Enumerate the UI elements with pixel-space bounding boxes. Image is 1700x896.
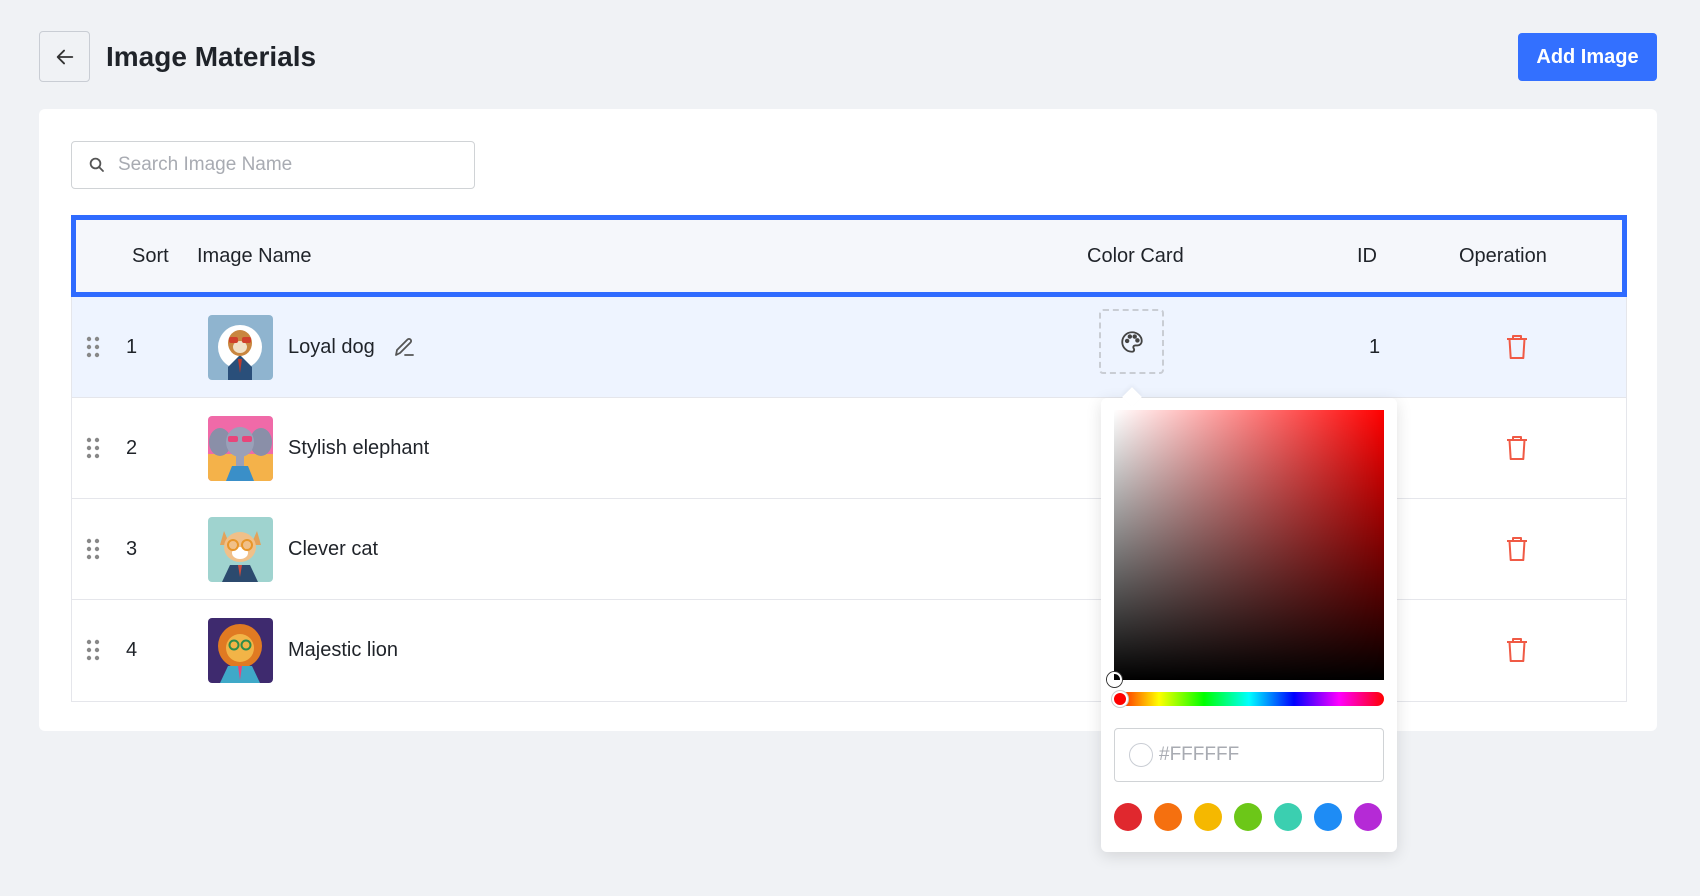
- row-image-name: Majestic lion: [288, 638, 399, 661]
- row-image-name: Stylish elephant: [288, 436, 430, 459]
- palette-icon: [1120, 330, 1143, 353]
- preset-color-green[interactable]: [1234, 803, 1262, 831]
- hex-input-box: [1114, 728, 1384, 782]
- drag-handle-icon[interactable]: [86, 600, 100, 700]
- color-picker-popover: [1101, 398, 1397, 852]
- row-sort: 1: [126, 335, 138, 358]
- hue-slider-handle[interactable]: [1112, 691, 1128, 707]
- back-button[interactable]: [39, 31, 90, 82]
- column-header-color-card: Color Card: [1087, 244, 1184, 267]
- row-thumbnail: [208, 600, 273, 700]
- content-card: Sort Image Name Color Card ID Operation …: [39, 109, 1657, 731]
- saturation-handle[interactable]: [1107, 672, 1122, 687]
- search-input[interactable]: [118, 154, 458, 176]
- drag-handle-icon[interactable]: [86, 297, 100, 397]
- preset-color-blue[interactable]: [1314, 803, 1342, 831]
- row-thumbnail: [208, 398, 273, 498]
- row-thumbnail: [208, 499, 273, 599]
- drag-handle-icon[interactable]: [86, 499, 100, 599]
- current-color-swatch: [1129, 743, 1153, 767]
- delete-icon[interactable]: [1505, 499, 1529, 599]
- page-title: Image Materials: [106, 41, 317, 72]
- table-row[interactable]: 1 Loyal dog 1: [72, 297, 1626, 398]
- column-header-sort[interactable]: Sort: [132, 220, 169, 292]
- preset-color-teal[interactable]: [1274, 803, 1302, 831]
- drag-handle-icon[interactable]: [86, 398, 100, 498]
- delete-icon[interactable]: [1505, 398, 1529, 498]
- row-thumbnail: [208, 297, 273, 397]
- preset-color-red[interactable]: [1114, 803, 1142, 831]
- preset-colors: [1114, 803, 1382, 831]
- row-sort: 3: [126, 537, 138, 560]
- row-image-name: Clever cat: [288, 537, 379, 560]
- row-sort: 2: [126, 436, 138, 459]
- row-id: 1: [1369, 335, 1381, 358]
- saturation-value-panel[interactable]: [1107, 410, 1384, 687]
- preset-color-orange[interactable]: [1154, 803, 1182, 831]
- hue-slider[interactable]: [1112, 691, 1384, 707]
- column-header-image-name: Image Name: [197, 244, 312, 267]
- delete-icon[interactable]: [1505, 600, 1529, 700]
- delete-icon[interactable]: [1505, 297, 1529, 397]
- arrow-left-icon: [56, 49, 73, 64]
- color-card-button[interactable]: [1099, 309, 1164, 374]
- row-sort: 4: [126, 638, 138, 661]
- preset-color-yellow[interactable]: [1194, 803, 1222, 831]
- search-box: [71, 141, 475, 189]
- table-header: Sort Image Name Color Card ID Operation: [71, 215, 1627, 297]
- column-header-operation: Operation: [1459, 244, 1547, 267]
- search-icon: [88, 155, 108, 175]
- row-image-name: Loyal dog: [288, 335, 375, 358]
- edit-icon[interactable]: [392, 297, 416, 397]
- add-image-button[interactable]: Add Image: [1518, 33, 1657, 81]
- column-header-id: ID: [1357, 244, 1377, 267]
- preset-color-purple[interactable]: [1354, 803, 1382, 831]
- hex-input[interactable]: [1159, 744, 1359, 766]
